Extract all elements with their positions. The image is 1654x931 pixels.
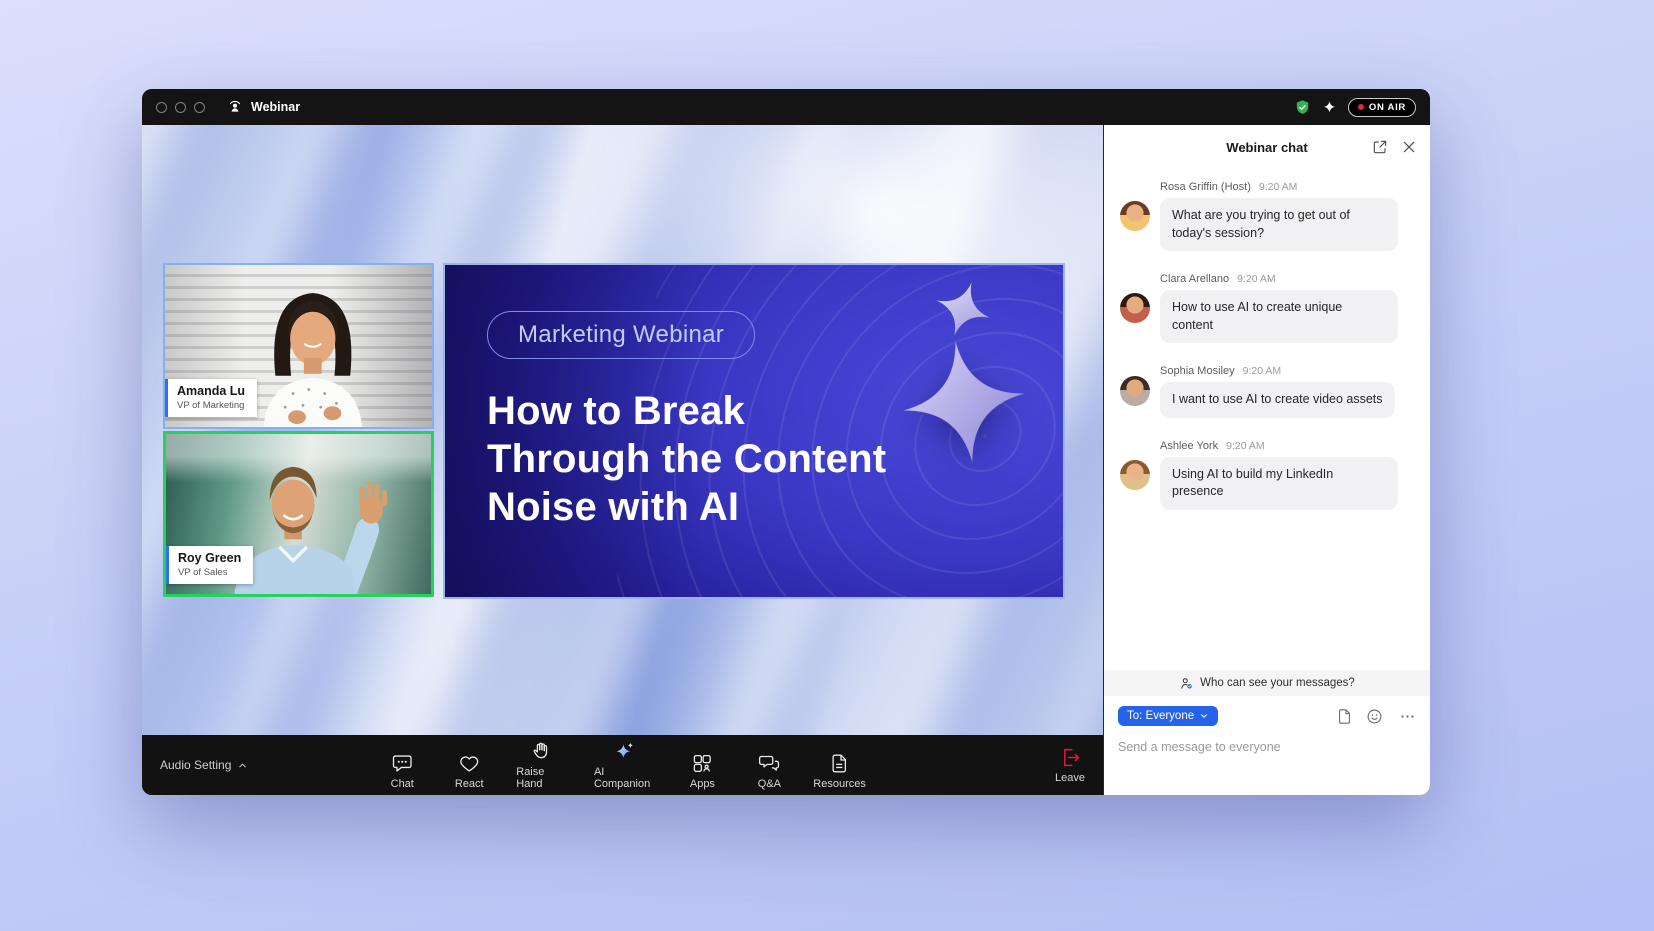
slide-heading: How to Break Through the Content Noise w…: [487, 387, 886, 531]
toolbar-item-label: React: [455, 778, 484, 790]
chevron-up-icon: [237, 760, 248, 771]
message-time: 9:20 AM: [1243, 365, 1282, 377]
participant-title: VP of Marketing: [177, 400, 245, 411]
audio-setting-label: Audio Setting: [160, 758, 231, 772]
message-author: Clara Arellano: [1160, 273, 1229, 285]
recipient-selector-label: To: Everyone: [1127, 710, 1194, 722]
toolbar-ai-companion-button[interactable]: AI Companion: [594, 741, 655, 790]
message-bubble: Using AI to build my LinkedIn presence: [1160, 457, 1398, 510]
visibility-note-text: Who can see your messages?: [1200, 677, 1355, 689]
leave-label: Leave: [1055, 772, 1085, 784]
toolbar-item-label: Resources: [813, 778, 866, 790]
attach-file-icon[interactable]: [1336, 708, 1353, 725]
avatar: [1120, 460, 1150, 490]
chat-icon: [392, 753, 413, 774]
chat-message-list[interactable]: Rosa Griffin (Host) 9:20 AM What are you…: [1104, 169, 1430, 670]
window-controls: [156, 102, 205, 113]
message-time: 9:20 AM: [1226, 440, 1265, 452]
video-tile-amanda[interactable]: Amanda Lu VP of Marketing: [163, 263, 434, 429]
window-title-group: Webinar: [227, 99, 300, 115]
qa-icon: [759, 753, 780, 774]
message-visibility-note[interactable]: Who can see your messages?: [1104, 670, 1430, 696]
audio-setting-button[interactable]: Audio Setting: [160, 758, 248, 772]
leave-icon: [1060, 747, 1081, 768]
webinar-icon: [227, 99, 243, 115]
on-air-dot-icon: [1358, 104, 1364, 110]
security-shield-icon[interactable]: [1294, 99, 1311, 116]
window-close-button[interactable]: [156, 102, 167, 113]
toolbar-item-label: AI Companion: [594, 766, 655, 790]
webinar-chat-panel: Webinar chat: [1103, 125, 1430, 795]
message-author: Ashlee York: [1160, 440, 1218, 452]
video-tile-roy[interactable]: Roy Green VP of Sales: [163, 431, 434, 597]
toolbar-item-label: Chat: [391, 778, 414, 790]
slide-heading-line: Noise with AI: [487, 483, 886, 531]
toolbar-item-label: Q&A: [758, 778, 781, 790]
message-author: Rosa Griffin (Host): [1160, 181, 1251, 193]
message-bubble: How to use AI to create unique content: [1160, 290, 1398, 343]
toolbar-apps-button[interactable]: Apps: [682, 753, 722, 790]
name-tag-roy: Roy Green VP of Sales: [166, 546, 253, 584]
meeting-toolbar: Audio Setting Chat: [142, 735, 1103, 795]
name-tag-amanda: Amanda Lu VP of Marketing: [165, 379, 257, 417]
ai-sparkle-icon[interactable]: [1322, 100, 1337, 115]
emoji-icon[interactable]: [1366, 708, 1383, 725]
window-minimize-button[interactable]: [175, 102, 186, 113]
apps-icon: [692, 753, 713, 774]
person-visibility-icon: [1179, 676, 1194, 691]
avatar: [1120, 376, 1150, 406]
title-bar: Webinar ON AIR: [142, 89, 1430, 125]
shared-slide: Marketing Webinar How to Break Through t…: [443, 263, 1065, 599]
message-bubble: I want to use AI to create video assets: [1160, 382, 1395, 418]
slide-sparkle-big-icon: [895, 333, 1033, 471]
close-icon[interactable]: [1401, 139, 1417, 155]
slide-badge: Marketing Webinar: [487, 311, 755, 359]
window-maximize-button[interactable]: [194, 102, 205, 113]
chat-header-title: Webinar chat: [1226, 140, 1307, 155]
leave-button[interactable]: Leave: [1055, 747, 1085, 784]
message-input[interactable]: Send a message to everyone: [1118, 740, 1416, 754]
toolbar-qa-button[interactable]: Q&A: [749, 753, 789, 790]
resources-icon: [829, 753, 850, 774]
slide-heading-line: How to Break: [487, 387, 886, 435]
recipient-selector[interactable]: To: Everyone: [1118, 706, 1218, 726]
participant-title: VP of Sales: [178, 567, 241, 578]
toolbar-raise-hand-button[interactable]: Raise Hand: [516, 741, 567, 790]
toolbar-resources-button[interactable]: Resources: [816, 753, 862, 790]
avatar: [1120, 293, 1150, 323]
chat-message: Clara Arellano 9:20 AM How to use AI to …: [1120, 273, 1414, 343]
more-options-icon[interactable]: [1399, 708, 1416, 725]
raise-hand-icon: [531, 741, 552, 762]
chat-message: Rosa Griffin (Host) 9:20 AM What are you…: [1120, 181, 1414, 251]
webinar-window: Webinar ON AIR: [142, 89, 1430, 795]
toolbar-item-label: Raise Hand: [516, 766, 567, 790]
message-time: 9:20 AM: [1237, 273, 1276, 285]
toolbar-item-label: Apps: [690, 778, 715, 790]
on-air-label: ON AIR: [1369, 102, 1406, 113]
ai-companion-icon: [614, 741, 635, 762]
participant-name: Roy Green: [178, 551, 241, 565]
message-author: Sophia Mosiley: [1160, 365, 1235, 377]
window-title: Webinar: [251, 100, 300, 114]
chat-message: Ashlee York 9:20 AM Using AI to build my…: [1120, 440, 1414, 510]
avatar: [1120, 201, 1150, 231]
participant-name: Amanda Lu: [177, 384, 245, 398]
chat-composer: To: Everyone: [1104, 696, 1430, 795]
message-bubble: What are you trying to get out of today'…: [1160, 198, 1398, 251]
pop-out-icon[interactable]: [1372, 139, 1388, 155]
chat-header: Webinar chat: [1104, 125, 1430, 169]
toolbar-chat-button[interactable]: Chat: [382, 753, 422, 790]
toolbar-react-button[interactable]: React: [449, 753, 489, 790]
chat-message: Sophia Mosiley 9:20 AM I want to use AI …: [1120, 365, 1414, 418]
on-air-badge: ON AIR: [1348, 98, 1416, 117]
slide-heading-line: Through the Content: [487, 435, 886, 483]
heart-icon: [459, 753, 480, 774]
chevron-down-icon: [1199, 711, 1209, 721]
video-stage: Amanda Lu VP of Marketing: [142, 125, 1103, 735]
message-time: 9:20 AM: [1259, 181, 1298, 193]
